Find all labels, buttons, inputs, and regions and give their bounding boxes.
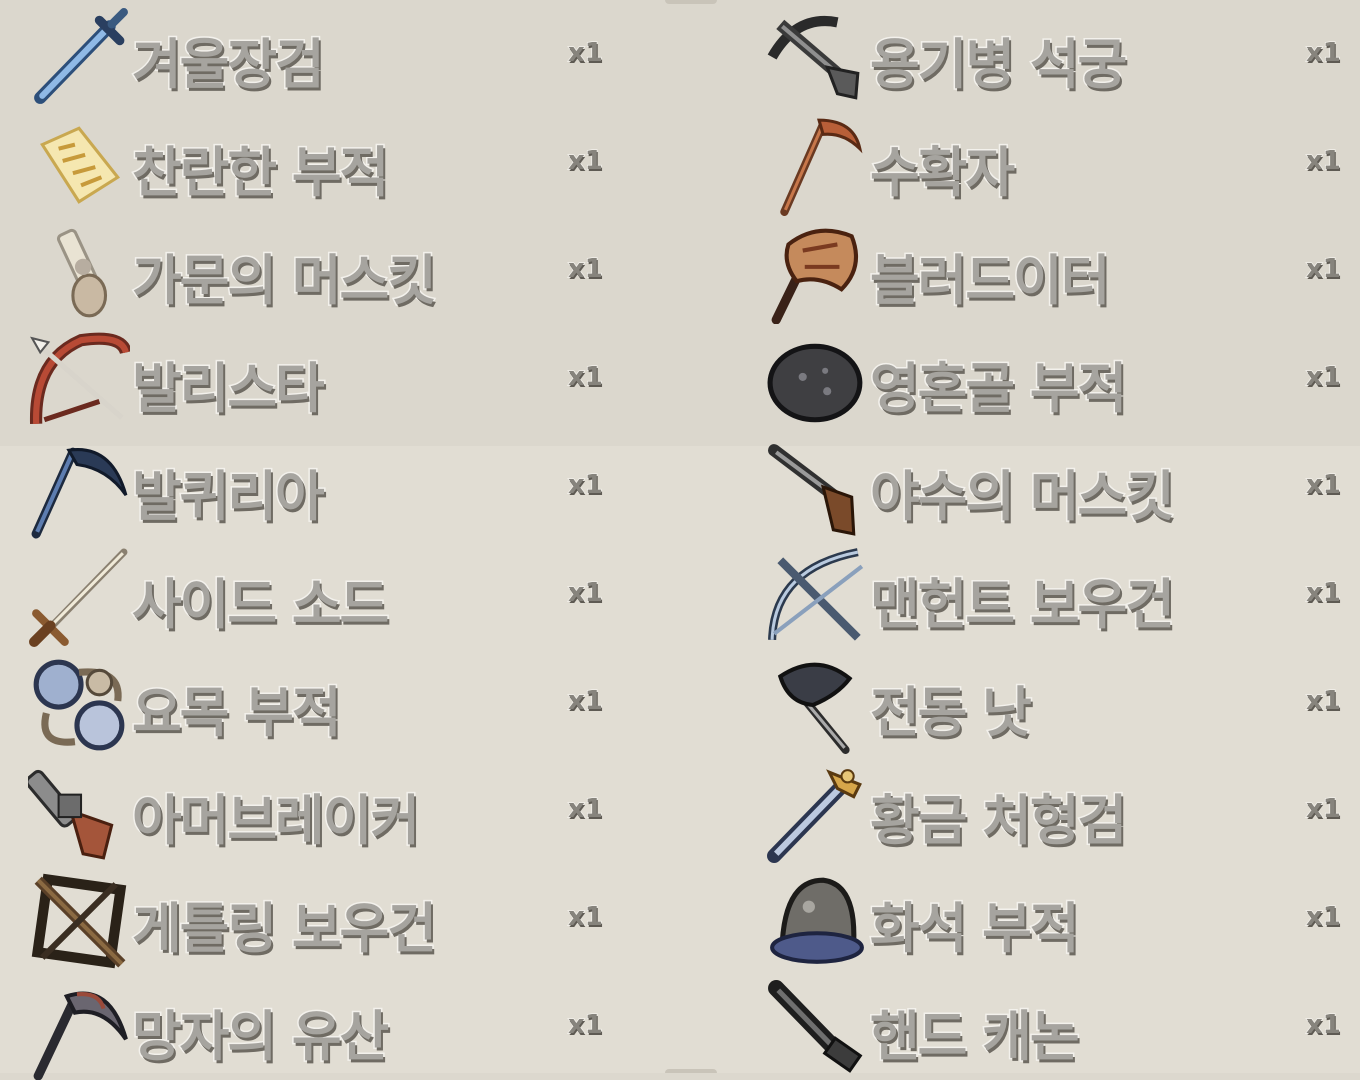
item-quantity: x1: [1305, 145, 1341, 177]
item-name: 발리스타: [131, 356, 327, 422]
item-name: 야수의 머스킷: [869, 464, 1177, 530]
winter-longsword-icon: [28, 6, 130, 108]
item-row[interactable]: 발퀴리아 x1: [28, 432, 668, 540]
item-quantity: x1: [567, 469, 603, 501]
item-row[interactable]: 황금 처형검 x1: [766, 756, 1356, 864]
item-row[interactable]: 용기병 석궁 x1: [766, 0, 1356, 108]
item-row[interactable]: 야수의 머스킷 x1: [766, 432, 1356, 540]
item-name: 사이드 소드: [130, 572, 390, 638]
soul-bone-talisman-icon: [766, 330, 868, 432]
scroll-notch-top: [665, 0, 717, 4]
yomok-talisman-icon: [28, 654, 130, 756]
item-quantity: x1: [1305, 1009, 1341, 1041]
item-quantity: x1: [1305, 253, 1341, 285]
item-name: 게틀링 보우건: [131, 896, 439, 962]
item-quantity: x1: [1305, 37, 1341, 69]
item-name: 가문의 머스킷: [131, 248, 439, 314]
item-quantity: x1: [567, 253, 603, 285]
armorbreaker-pistol-icon: [28, 762, 130, 864]
item-row[interactable]: 맨헌트 보우건 x1: [766, 540, 1356, 648]
item-name: 전동 낫: [869, 680, 1034, 746]
valkyria-scythe-icon: [28, 438, 130, 540]
item-quantity: x1: [567, 361, 603, 393]
item-name: 핸드 캐논: [869, 1004, 1082, 1070]
item-row[interactable]: 수확자 x1: [766, 108, 1356, 216]
item-row[interactable]: 찬란한 부적 x1: [28, 108, 668, 216]
harvester-scythe-icon: [766, 114, 868, 216]
item-quantity: x1: [567, 577, 603, 609]
golden-executioner-sword-icon: [766, 762, 868, 864]
item-name: 수확자: [868, 140, 1016, 206]
item-row[interactable]: 겨울장검 x1: [28, 0, 668, 108]
dead-legacy-scythe-icon: [28, 978, 130, 1080]
item-row[interactable]: 아머브레이커 x1: [28, 756, 668, 864]
item-name: 맨헌트 보우건: [869, 572, 1177, 638]
item-row[interactable]: 가문의 머스킷 x1: [28, 216, 668, 324]
item-quantity: x1: [567, 901, 603, 933]
item-name: 찬란한 부적: [130, 140, 390, 206]
item-name: 블러드이터: [868, 248, 1111, 314]
gatling-bowgun-icon: [28, 870, 130, 972]
side-sword-icon: [28, 546, 130, 648]
item-name: 발퀴리아: [131, 464, 327, 530]
item-row[interactable]: 핸드 캐논 x1: [766, 972, 1356, 1080]
fossil-talisman-icon: [766, 870, 868, 972]
bloodeater-axe-icon: [766, 222, 868, 324]
scroll-notch-bottom: [665, 1069, 717, 1073]
item-row[interactable]: 망자의 유산 x1: [28, 972, 668, 1080]
item-quantity: x1: [567, 1009, 603, 1041]
item-row[interactable]: 전동 낫 x1: [766, 648, 1356, 756]
item-row[interactable]: 사이드 소드 x1: [28, 540, 668, 648]
electric-sickle-icon: [766, 654, 868, 756]
item-quantity: x1: [1305, 469, 1341, 501]
item-name: 용기병 석궁: [868, 32, 1128, 98]
item-quantity: x1: [1305, 793, 1341, 825]
item-quantity: x1: [1305, 901, 1341, 933]
item-list-left: 겨울장검 x1 찬란한 부적 x1 가문의 머스킷 x1 발리스타 x1 발퀴리…: [28, 0, 668, 1080]
item-quantity: x1: [1305, 361, 1341, 393]
item-quantity: x1: [567, 685, 603, 717]
beast-musket-icon: [766, 438, 868, 540]
dragoon-crossbow-icon: [766, 6, 868, 108]
item-name: 겨울장검: [131, 32, 327, 98]
item-quantity: x1: [1305, 685, 1341, 717]
family-musket-icon: [28, 222, 130, 324]
item-quantity: x1: [567, 793, 603, 825]
item-row[interactable]: 화석 부적 x1: [766, 864, 1356, 972]
item-row[interactable]: 영혼골 부적 x1: [766, 324, 1356, 432]
item-quantity: x1: [1305, 577, 1341, 609]
item-name: 영혼골 부적: [868, 356, 1128, 422]
manhunt-bowgun-icon: [766, 546, 868, 648]
ballista-bow-icon: [28, 330, 130, 432]
item-row[interactable]: 블러드이터 x1: [766, 216, 1356, 324]
item-list-right: 용기병 석궁 x1 수확자 x1 블러드이터 x1 영혼골 부적 x1 야수의 …: [766, 0, 1356, 1080]
item-row[interactable]: 게틀링 보우건 x1: [28, 864, 668, 972]
item-name: 화석 부적: [869, 896, 1082, 962]
item-quantity: x1: [567, 37, 603, 69]
item-row[interactable]: 요목 부적 x1: [28, 648, 668, 756]
item-row[interactable]: 발리스타 x1: [28, 324, 668, 432]
item-quantity: x1: [567, 145, 603, 177]
brilliant-talisman-icon: [28, 114, 130, 216]
item-name: 황금 처형검: [868, 788, 1128, 854]
item-name: 아머브레이커: [130, 788, 421, 854]
item-name: 망자의 유산: [130, 1004, 390, 1070]
hand-cannon-icon: [766, 978, 868, 1080]
item-name: 요목 부적: [131, 680, 344, 746]
